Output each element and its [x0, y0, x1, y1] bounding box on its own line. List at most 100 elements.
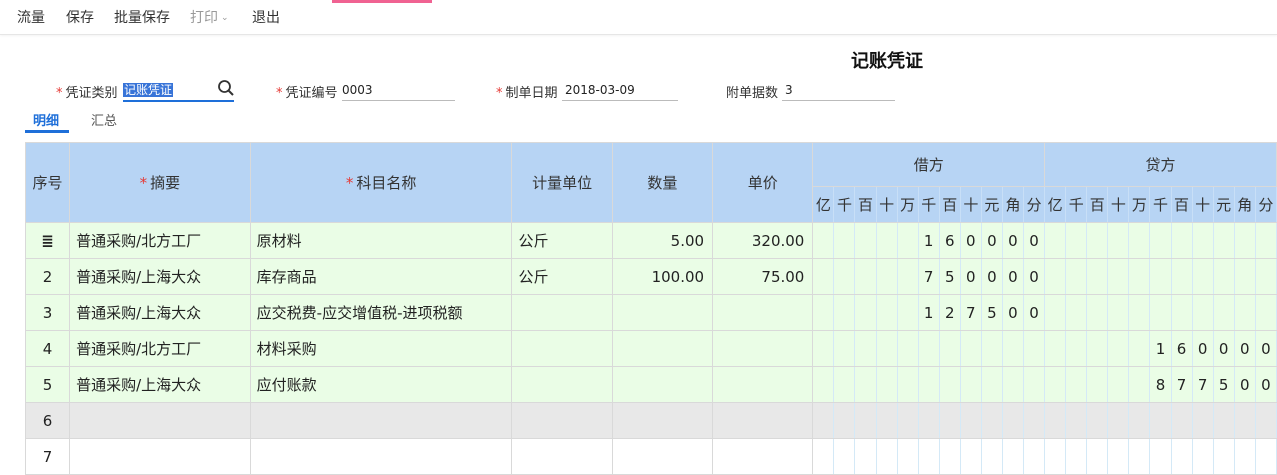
credit-digit-cell[interactable]: [1086, 222, 1109, 259]
credit-digit-cell[interactable]: [1149, 438, 1172, 475]
credit-digit-cell[interactable]: [1170, 294, 1193, 331]
debit-digit-cell[interactable]: [938, 402, 961, 439]
credit-digit-cell[interactable]: [1086, 402, 1109, 439]
debit-digit-cell[interactable]: [854, 438, 877, 475]
debit-digit-cell[interactable]: [1022, 402, 1046, 439]
table-row[interactable]: 6: [24, 402, 1277, 439]
credit-digit-cell[interactable]: [1107, 402, 1130, 439]
voucher-number-input[interactable]: 0003: [342, 80, 455, 101]
debit-digit-cell[interactable]: [980, 330, 1003, 367]
credit-digit-cell[interactable]: [1149, 402, 1172, 439]
debit-digit-cell[interactable]: [854, 258, 877, 295]
attachment-count-input[interactable]: 3: [782, 80, 895, 101]
credit-digit-cell[interactable]: [1128, 366, 1151, 403]
credit-digit-cell[interactable]: 7: [1170, 366, 1193, 403]
row-unit-cell[interactable]: 公斤: [511, 258, 613, 295]
row-subject-cell[interactable]: [249, 438, 513, 475]
row-subject-cell[interactable]: [249, 402, 513, 439]
debit-digit-cell[interactable]: [1022, 438, 1046, 475]
debit-digit-cell[interactable]: [917, 330, 940, 367]
row-price-cell[interactable]: [712, 438, 814, 475]
row-edit-icon[interactable]: ≣: [41, 232, 54, 250]
credit-digit-cell[interactable]: [1065, 330, 1088, 367]
credit-digit-cell[interactable]: 0: [1233, 330, 1256, 367]
debit-digit-cell[interactable]: [812, 366, 835, 403]
debit-digit-cell[interactable]: [875, 330, 898, 367]
row-summary-cell[interactable]: 普通采购/北方工厂: [69, 222, 251, 259]
credit-digit-cell[interactable]: [1254, 258, 1277, 295]
debit-digit-cell[interactable]: [833, 366, 856, 403]
debit-digit-cell[interactable]: 1: [917, 222, 940, 259]
credit-digit-cell[interactable]: [1233, 438, 1256, 475]
debit-digit-cell[interactable]: [1022, 330, 1046, 367]
debit-digit-cell[interactable]: [959, 366, 982, 403]
debit-digit-cell[interactable]: [917, 438, 940, 475]
row-subject-cell[interactable]: 库存商品: [249, 258, 513, 295]
debit-digit-cell[interactable]: [812, 402, 835, 439]
credit-digit-cell[interactable]: 8: [1149, 366, 1172, 403]
credit-digit-cell[interactable]: 7: [1191, 366, 1214, 403]
row-subject-cell[interactable]: 应交税费-应交增值税-进项税额: [249, 294, 513, 331]
credit-digit-cell[interactable]: [1254, 402, 1277, 439]
credit-digit-cell[interactable]: [1065, 438, 1088, 475]
debit-digit-cell[interactable]: [833, 330, 856, 367]
credit-digit-cell[interactable]: [1170, 222, 1193, 259]
row-qty-cell[interactable]: [611, 330, 714, 367]
tab-summary[interactable]: 汇总: [91, 110, 117, 129]
debit-digit-cell[interactable]: 7: [917, 258, 940, 295]
credit-digit-cell[interactable]: [1233, 222, 1256, 259]
credit-digit-cell[interactable]: [1044, 402, 1067, 439]
debit-digit-cell[interactable]: [917, 366, 940, 403]
debit-digit-cell[interactable]: [875, 294, 898, 331]
row-unit-cell[interactable]: 公斤: [511, 222, 613, 259]
debit-digit-cell[interactable]: [896, 438, 919, 475]
credit-digit-cell[interactable]: 1: [1149, 330, 1172, 367]
credit-digit-cell[interactable]: 0: [1191, 330, 1214, 367]
debit-digit-cell[interactable]: 0: [1001, 258, 1024, 295]
debit-digit-cell[interactable]: [1001, 402, 1024, 439]
row-subject-cell[interactable]: 应付账款: [249, 366, 513, 403]
debit-digit-cell[interactable]: [854, 222, 877, 259]
debit-digit-cell[interactable]: 5: [938, 258, 961, 295]
debit-digit-cell[interactable]: [812, 330, 835, 367]
credit-digit-cell[interactable]: [1191, 402, 1214, 439]
debit-digit-cell[interactable]: [875, 258, 898, 295]
credit-digit-cell[interactable]: [1170, 438, 1193, 475]
debit-digit-cell[interactable]: 0: [1001, 294, 1024, 331]
debit-digit-cell[interactable]: [833, 402, 856, 439]
credit-digit-cell[interactable]: [1065, 222, 1088, 259]
row-qty-cell[interactable]: [611, 438, 714, 475]
debit-digit-cell[interactable]: [938, 366, 961, 403]
debit-digit-cell[interactable]: [959, 330, 982, 367]
row-unit-cell[interactable]: [511, 402, 613, 439]
row-unit-cell[interactable]: [511, 294, 613, 331]
credit-digit-cell[interactable]: [1086, 366, 1109, 403]
credit-digit-cell[interactable]: 0: [1212, 330, 1235, 367]
credit-digit-cell[interactable]: [1107, 330, 1130, 367]
row-unit-cell[interactable]: [511, 330, 613, 367]
debit-digit-cell[interactable]: [896, 330, 919, 367]
voucher-date-input[interactable]: 2018-03-09: [562, 80, 678, 101]
row-summary-cell[interactable]: [69, 438, 251, 475]
debit-digit-cell[interactable]: [896, 366, 919, 403]
debit-digit-cell[interactable]: [875, 222, 898, 259]
credit-digit-cell[interactable]: [1065, 294, 1088, 331]
credit-digit-cell[interactable]: [1128, 438, 1151, 475]
debit-digit-cell[interactable]: 5: [980, 294, 1003, 331]
debit-digit-cell[interactable]: 0: [1022, 294, 1046, 331]
credit-digit-cell[interactable]: [1233, 402, 1256, 439]
row-unit-cell[interactable]: [511, 366, 613, 403]
row-qty-cell[interactable]: 100.00: [611, 258, 714, 295]
debit-digit-cell[interactable]: [980, 402, 1003, 439]
debit-digit-cell[interactable]: [896, 294, 919, 331]
debit-digit-cell[interactable]: [938, 438, 961, 475]
debit-digit-cell[interactable]: 0: [1022, 258, 1046, 295]
credit-digit-cell[interactable]: [1065, 366, 1088, 403]
debit-digit-cell[interactable]: [833, 258, 856, 295]
debit-digit-cell[interactable]: [854, 294, 877, 331]
table-row[interactable]: 5 普通采购/上海大众 应付账款 8 7 7 5 0 0: [24, 366, 1277, 403]
debit-digit-cell[interactable]: 0: [1001, 222, 1024, 259]
table-row[interactable]: 3 普通采购/上海大众 应交税费-应交增值税-进项税额 1 2 7 5 0 0: [24, 294, 1277, 331]
debit-digit-cell[interactable]: [812, 294, 835, 331]
row-qty-cell[interactable]: 5.00: [611, 222, 714, 259]
